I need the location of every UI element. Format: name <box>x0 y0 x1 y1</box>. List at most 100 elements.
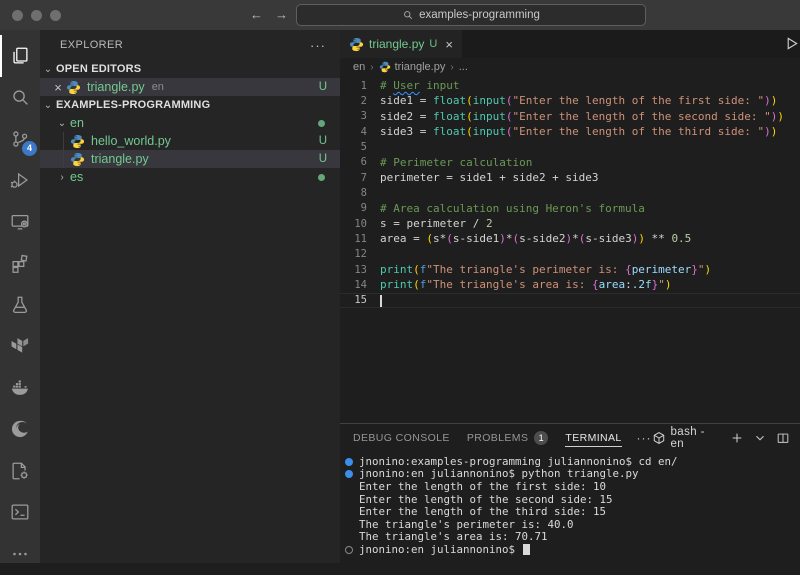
line-number: 14 <box>340 279 367 291</box>
activity-terraform-button[interactable] <box>0 326 40 368</box>
activity-more-button[interactable] <box>0 533 40 575</box>
panel-tab-label: PROBLEMS <box>467 432 529 444</box>
code-text: # Area calculation using Heron's formula <box>380 202 645 215</box>
line-number: 10 <box>340 218 367 230</box>
run-python-file-button[interactable] <box>784 36 799 56</box>
new-terminal-button[interactable] <box>730 431 744 445</box>
git-status-badge: U <box>319 135 327 147</box>
line-number: 7 <box>340 172 367 184</box>
panel-more-actions-button[interactable]: ··· <box>637 431 652 445</box>
code-line[interactable]: 8 <box>340 185 800 200</box>
code-line[interactable]: 1# User input <box>340 78 800 93</box>
open-editor-filename: triangle.py <box>87 80 145 94</box>
activity-edge-tools-button[interactable] <box>0 409 40 451</box>
breadcrumb: en › triangle.py ›... <box>340 58 800 76</box>
explorer-more-actions-button[interactable]: ··· <box>310 38 326 53</box>
code-line[interactable]: 2side1 = float(input("Enter the length o… <box>340 93 800 108</box>
code-text <box>380 294 382 307</box>
line-number: 13 <box>340 264 367 276</box>
tree-item-label: es <box>70 170 83 184</box>
terminal-text: The triangle's perimeter is: 40.0 <box>359 518 574 531</box>
sidebar-title: EXPLORER <box>60 39 123 51</box>
close-window-button[interactable] <box>12 10 23 21</box>
code-editor[interactable]: 1# User input2side1 = float(input("Enter… <box>340 78 800 423</box>
ellipsis-icon <box>9 543 31 565</box>
breadcrumb-item-...[interactable]: ... <box>459 61 468 73</box>
activity-terminal-view-button[interactable] <box>0 492 40 534</box>
breadcrumb-item-triangle.py[interactable]: triangle.py <box>379 61 446 73</box>
chevron-down-icon: ⌄ <box>40 100 56 111</box>
open-editors-header[interactable]: ⌄ OPEN EDITORS <box>40 60 340 78</box>
tree-item-label: hello_world.py <box>91 134 171 148</box>
extensions-icon <box>9 252 31 274</box>
code-line[interactable]: 9 # Area calculation using Heron's formul… <box>340 201 800 216</box>
line-number: 11 <box>340 233 367 245</box>
remote-explorer-icon <box>9 211 31 233</box>
activity-extensions-button[interactable] <box>0 243 40 285</box>
workspace-header[interactable]: ⌄ EXAMPLES-PROGRAMMING <box>40 96 340 114</box>
activity-docker-button[interactable] <box>0 367 40 409</box>
code-line[interactable]: 7perimeter = side1 + side2 + side3 <box>340 170 800 185</box>
code-line[interactable]: 14print(f"The triangle's area is: {area:… <box>340 277 800 292</box>
activity-source-control-button[interactable]: 4 <box>0 118 40 160</box>
forward-button[interactable]: → <box>275 7 288 22</box>
search-icon <box>402 9 414 21</box>
code-line[interactable]: 10s = perimeter / 2 <box>340 216 800 231</box>
docker-icon <box>9 377 31 399</box>
minimize-window-button[interactable] <box>31 10 42 21</box>
close-editor-icon[interactable]: × <box>50 80 66 95</box>
terminal-picker-button[interactable] <box>753 431 767 445</box>
tree-item-triangle.py[interactable]: triangle.pyU <box>40 150 340 168</box>
panel-tab-terminal[interactable]: TERMINAL <box>565 424 621 451</box>
panel-header: DEBUG CONSOLE PROBLEMS1 TERMINAL ··· bash … <box>340 424 800 451</box>
panel-tab-problems[interactable]: PROBLEMS1 <box>467 424 549 451</box>
breadcrumb-separator-icon: › <box>370 62 373 73</box>
chevron-down-icon: ⌄ <box>54 118 70 129</box>
tree-item-hello_world.py[interactable]: hello_world.py U <box>40 132 340 150</box>
code-line[interactable]: 12 <box>340 247 800 262</box>
activity-testing-button[interactable] <box>0 284 40 326</box>
breadcrumb-separator-icon: › <box>450 62 453 73</box>
back-button[interactable]: ← <box>250 7 263 22</box>
split-terminal-button[interactable] <box>776 431 790 445</box>
python-icon <box>70 152 91 167</box>
tree-item-es[interactable]: ›es <box>40 168 340 186</box>
tab-triangle.py[interactable]: triangle.pyU× <box>340 30 462 58</box>
sidebar-title-row: EXPLORER ··· <box>40 30 340 60</box>
code-text: side1 = float(input("Enter the length of… <box>380 94 777 107</box>
git-status-badge: U <box>319 153 327 165</box>
code-line[interactable]: 5 <box>340 139 800 154</box>
window-controls[interactable] <box>12 10 61 21</box>
code-line[interactable]: 6# Perimeter calculation <box>340 155 800 170</box>
terminal-shell-picker[interactable]: bash - en <box>652 426 722 450</box>
code-line[interactable]: 11area = (s*(s-side1)*(s-side2)*(s-side3… <box>340 231 800 246</box>
bottom-panel: DEBUG CONSOLE PROBLEMS1 TERMINAL ··· bash … <box>340 423 800 563</box>
panel-tab-debug-console[interactable]: DEBUG CONSOLE <box>353 424 450 451</box>
breadcrumb-label: ... <box>459 61 468 73</box>
line-number: 1 <box>340 80 367 92</box>
breadcrumb-item-en[interactable]: en <box>353 61 365 73</box>
line-number: 9 <box>340 202 367 214</box>
git-changes-dot <box>318 174 325 181</box>
line-number: 3 <box>340 110 367 122</box>
maximize-window-button[interactable] <box>50 10 61 21</box>
terminal-output[interactable]: jnonino:examples-programming juliannonin… <box>340 455 800 563</box>
activity-run-debug-button[interactable] <box>0 160 40 202</box>
code-line[interactable]: 4side3 = float(input("Enter the length o… <box>340 124 800 139</box>
code-text: side2 = float(input("Enter the length of… <box>380 110 784 123</box>
tree-item-en[interactable]: ⌄en <box>40 114 340 132</box>
command-center-search[interactable]: examples-programming <box>296 4 646 26</box>
explorer-sidebar: EXPLORER ··· ⌄ OPEN EDITORS × triangle.py… <box>40 30 340 563</box>
activity-explorer-button[interactable] <box>0 35 40 77</box>
terminal-text: Enter the length of the first side: 10 <box>359 480 606 493</box>
code-line[interactable]: 3 side2 = float(input("Enter the length o… <box>340 109 800 124</box>
terminal-line: Enter the length of the first side: 10 <box>344 480 800 493</box>
activity-remote-explorer-button[interactable] <box>0 201 40 243</box>
open-editor-item[interactable]: ×triangle.pyenU <box>40 78 340 96</box>
breadcrumb-label: en <box>353 61 365 73</box>
code-line[interactable]: 15 <box>340 293 800 308</box>
activity-search-button[interactable] <box>0 77 40 119</box>
activity-file-settings-button[interactable] <box>0 450 40 492</box>
close-tab-icon[interactable]: × <box>445 37 453 52</box>
code-line[interactable]: 13print(f"The triangle's perimeter is: {… <box>340 262 800 277</box>
